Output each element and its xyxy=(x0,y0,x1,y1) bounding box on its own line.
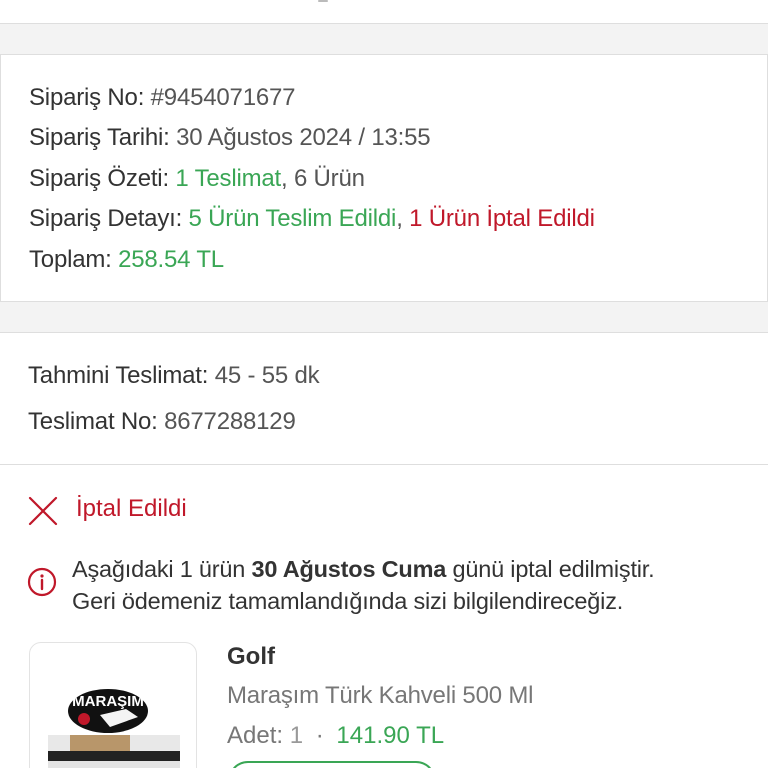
product-package-image: MARAŞIM xyxy=(48,689,180,768)
product-name[interactable]: Maraşım Türk Kahveli 500 Ml xyxy=(227,682,533,710)
delivery-eta-row: Tahmini Teslimat: 45 - 55 dk xyxy=(28,361,320,391)
order-total-label: Toplam: xyxy=(29,246,112,273)
notice-date: 30 Ağustos Cuma xyxy=(251,556,447,582)
product-package-logo: MARAŞIM xyxy=(72,693,144,710)
order-total-value: 258.54 TL xyxy=(118,246,224,273)
product-meta: Adet: 1 · 141.90 TL xyxy=(227,722,444,750)
order-number-value: #9454071677 xyxy=(150,84,296,111)
product-image[interactable]: MARAŞIM xyxy=(29,642,197,768)
order-detail-label: Sipariş Detayı: xyxy=(29,205,183,232)
order-items-count: 6 Ürün xyxy=(293,165,365,192)
product-price: 141.90 TL xyxy=(336,722,445,749)
close-icon xyxy=(28,496,58,526)
order-deliveries-link[interactable]: 1 Teslimat xyxy=(175,165,281,192)
order-date-label: Sipariş Tarihi: xyxy=(29,124,170,151)
summary-separator: , xyxy=(281,165,288,192)
delivery-eta-value: 45 - 55 dk xyxy=(214,362,320,389)
order-number-row: Sipariş No: #9454071677 xyxy=(29,83,295,113)
cancel-notice: Aşağıdaki 1 ürün 30 Ağustos Cuma günü ip… xyxy=(72,553,752,617)
delivery-number-row: Teslimat No: 8677288129 xyxy=(28,407,296,437)
product-brand: Golf xyxy=(227,643,275,670)
cancel-status-text: İptal Edildi xyxy=(76,495,187,522)
product-action-button[interactable] xyxy=(228,761,436,768)
top-bar-mark xyxy=(318,0,328,2)
delivered-items-status: 5 Ürün Teslim Edildi xyxy=(188,205,397,232)
detail-separator: , xyxy=(396,205,403,232)
notice-text-line2: Geri ödemeniz tamamlandığında sizi bilgi… xyxy=(72,588,624,614)
order-date-row: Sipariş Tarihi: 30 Ağustos 2024 / 13:55 xyxy=(29,123,431,153)
order-date-value: 30 Ağustos 2024 / 13:55 xyxy=(176,124,431,151)
delivery-number-value: 8677288129 xyxy=(164,408,296,435)
order-detail-row: Sipariş Detayı: 5 Ürün Teslim Edildi, 1 … xyxy=(29,204,595,234)
order-total-row: Toplam: 258.54 TL xyxy=(29,245,224,275)
product-quantity-label: Adet: xyxy=(227,722,284,749)
section-divider xyxy=(0,464,768,465)
delivery-eta-label: Tahmini Teslimat: xyxy=(28,362,209,389)
top-bar xyxy=(0,0,768,24)
info-icon xyxy=(27,567,57,597)
delivery-card: Tahmini Teslimat: 45 - 55 dk Teslimat No… xyxy=(0,332,768,768)
order-summary-card: Sipariş No: #9454071677 Sipariş Tarihi: … xyxy=(0,54,768,302)
delivery-number-label: Teslimat No: xyxy=(28,408,158,435)
order-number-label: Sipariş No: xyxy=(29,84,145,111)
product-quantity-value: 1 xyxy=(289,722,304,749)
order-summary-row: Sipariş Özeti: 1 Teslimat, 6 Ürün xyxy=(29,164,365,194)
notice-text-part1: Aşağıdaki 1 ürün xyxy=(72,556,246,582)
meta-separator: · xyxy=(315,722,324,749)
cancelled-items-status: 1 Ürün İptal Edildi xyxy=(409,205,595,232)
order-summary-label: Sipariş Özeti: xyxy=(29,165,169,192)
notice-text-part2: günü iptal edilmiştir. xyxy=(452,556,655,582)
